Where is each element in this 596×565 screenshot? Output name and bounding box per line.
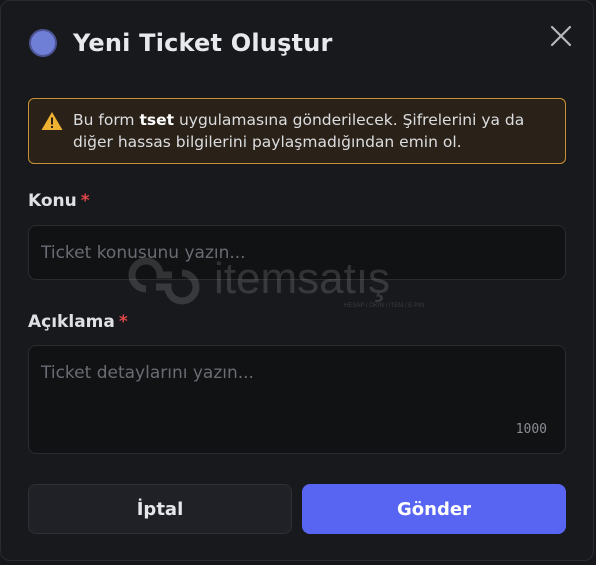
submit-button[interactable]: Gönder	[302, 484, 566, 534]
description-label: Açıklama *	[28, 312, 128, 332]
required-mark: *	[118, 312, 128, 332]
modal-header: Yeni Ticket Oluştur	[29, 29, 333, 57]
subject-field	[28, 225, 566, 280]
warning-icon	[41, 112, 63, 130]
description-textarea[interactable]	[29, 346, 565, 453]
subject-input[interactable]	[29, 226, 565, 279]
required-mark: *	[80, 191, 90, 211]
warning-notice: Bu form tset uygulamasına gönderilecek. …	[28, 98, 566, 164]
notice-app-name: tset	[139, 111, 175, 129]
modal-title: Yeni Ticket Oluştur	[73, 29, 333, 57]
app-avatar	[29, 29, 57, 57]
watermark-tagline: HESAP / OKIN / ITEM / E-PIN	[344, 303, 424, 309]
notice-text: Bu form tset uygulamasına gönderilecek. …	[73, 111, 525, 151]
char-counter: 1000	[515, 422, 547, 437]
description-field: 1000	[28, 345, 566, 454]
cancel-button[interactable]: İptal	[28, 484, 292, 534]
close-button[interactable]	[547, 22, 575, 50]
close-icon	[550, 25, 572, 47]
subject-label: Konu *	[28, 191, 90, 211]
create-ticket-modal: Yeni Ticket Oluştur Bu form tset uygulam…	[0, 0, 594, 561]
